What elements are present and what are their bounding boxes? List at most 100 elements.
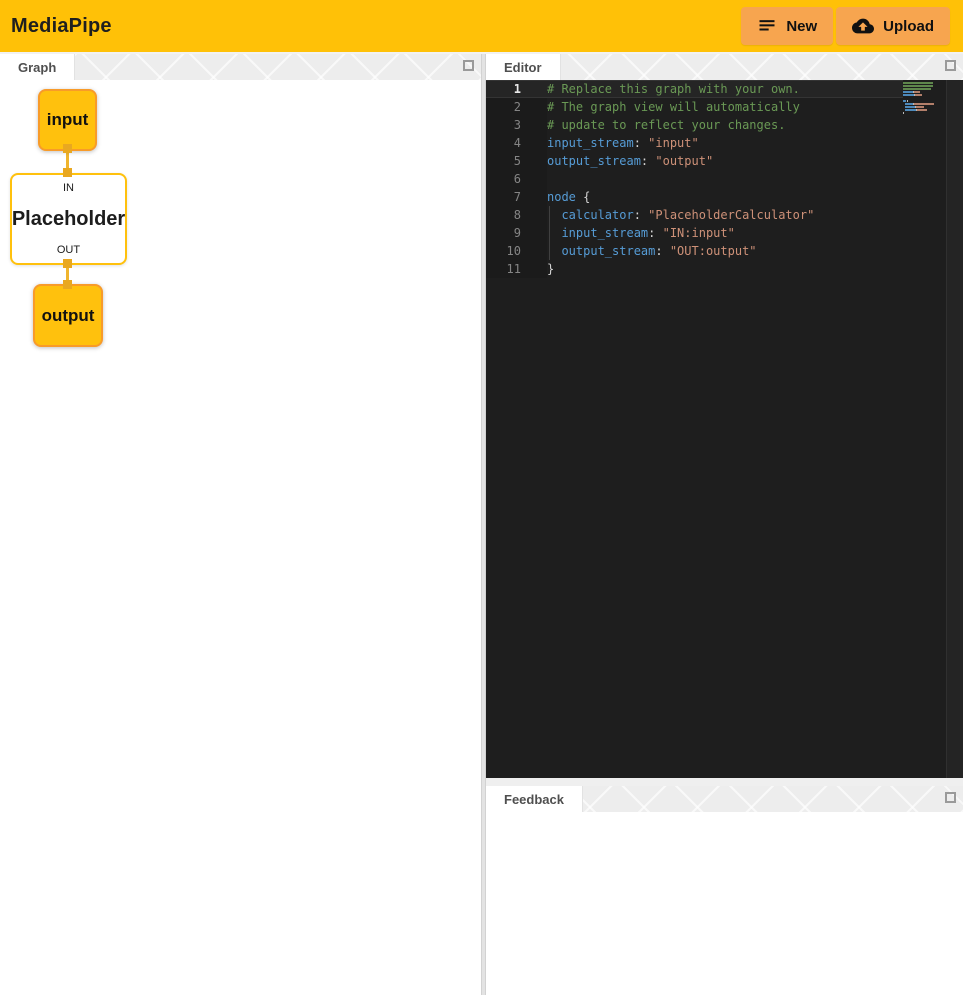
code-token: input_stream <box>547 226 648 240</box>
editor-tab-strip: Editor <box>486 54 963 80</box>
code-line[interactable]: 2 # The graph view will automatically <box>486 98 903 116</box>
minimap-line <box>903 109 944 111</box>
gutter-pad <box>521 224 547 242</box>
minimap-line <box>903 103 944 105</box>
minimap[interactable] <box>903 82 944 778</box>
editor-popout-icon[interactable] <box>945 60 956 71</box>
code-token: } <box>547 262 554 276</box>
feedback-popout-icon[interactable] <box>945 792 956 803</box>
app-header: MediaPipe New Upload <box>0 0 963 52</box>
node-input[interactable]: input <box>38 89 97 151</box>
minimap-segment <box>915 94 922 96</box>
minimap-line <box>903 94 944 96</box>
code-text: } <box>547 260 903 278</box>
code-line[interactable]: 7node { <box>486 188 903 206</box>
code-line[interactable]: 9 input_stream: "IN:input" <box>486 224 903 242</box>
code-token: "output" <box>655 154 713 168</box>
code-text: # The graph view will automatically <box>547 98 903 116</box>
code-token: output_stream <box>547 244 655 258</box>
minimap-segment <box>903 85 933 87</box>
code-token: "input" <box>648 136 699 150</box>
code-text: node { <box>547 188 903 206</box>
editor-panel: Editor 1# Replace this graph with your o… <box>486 54 963 778</box>
line-number: 3 <box>486 116 521 134</box>
line-number: 5 <box>486 152 521 170</box>
minimap-line <box>903 112 944 114</box>
header-buttons: New Upload <box>741 7 950 45</box>
minimap-segment <box>905 106 915 108</box>
code-text: input_stream: "input" <box>547 134 903 152</box>
code-line[interactable]: 6 <box>486 170 903 188</box>
minimap-line <box>903 106 944 108</box>
placeholder-in-port <box>63 168 72 177</box>
code-line[interactable]: 3# update to reflect your changes. <box>486 116 903 134</box>
graph-tab-strip: Graph <box>0 54 481 80</box>
minimap-segment <box>914 103 934 105</box>
node-output[interactable]: output <box>33 284 103 347</box>
gutter-pad <box>521 98 547 116</box>
upload-button[interactable]: Upload <box>836 7 950 45</box>
graph-tab-label: Graph <box>18 60 56 75</box>
minimap-segment <box>903 112 904 114</box>
node-input-label: input <box>47 110 89 130</box>
tab-graph[interactable]: Graph <box>0 54 75 80</box>
code-editor[interactable]: 1# Replace this graph with your own.2 # T… <box>486 80 963 778</box>
input-out-port <box>63 144 72 153</box>
code-token: calculator <box>547 208 634 222</box>
minimap-segment <box>917 109 927 111</box>
horizontal-splitter[interactable] <box>486 778 963 786</box>
graph-popout-icon[interactable] <box>463 60 474 71</box>
code-token: "OUT:output" <box>670 244 757 258</box>
gutter-pad <box>521 80 547 98</box>
feedback-tab-label: Feedback <box>504 792 564 807</box>
code-line[interactable]: 1# Replace this graph with your own. <box>486 80 903 98</box>
line-number: 1 <box>486 80 521 98</box>
code-line[interactable]: 8 calculator: "PlaceholderCalculator" <box>486 206 903 224</box>
gutter-pad <box>521 170 547 188</box>
code-token: : <box>634 136 648 150</box>
code-text <box>547 170 903 188</box>
gutter-pad <box>521 116 547 134</box>
code-line[interactable]: 11} <box>486 260 903 278</box>
code-text: output_stream: "output" <box>547 152 903 170</box>
tab-feedback[interactable]: Feedback <box>486 786 583 812</box>
cloud-upload-icon <box>852 15 874 37</box>
node-placeholder[interactable]: IN Placeholder OUT <box>10 173 127 265</box>
indent-guide <box>549 242 550 260</box>
code-token: node <box>547 190 576 204</box>
placeholder-in-port-label: IN <box>63 182 74 194</box>
minimap-segment <box>916 106 925 108</box>
gutter-pad <box>521 260 547 278</box>
code-line[interactable]: 10 output_stream: "OUT:output" <box>486 242 903 260</box>
gutter-pad <box>521 206 547 224</box>
code-token: { <box>576 190 590 204</box>
code-line[interactable]: 5 output_stream: "output" <box>486 152 903 170</box>
line-number: 8 <box>486 206 521 224</box>
gutter-pad <box>521 188 547 206</box>
app-title: MediaPipe <box>11 15 112 38</box>
code-token: : <box>648 226 662 240</box>
code-token: : <box>641 154 655 168</box>
minimap-segment <box>905 103 914 105</box>
gutter-pad <box>521 134 547 152</box>
minimap-segment <box>914 91 920 93</box>
minimap-segment <box>905 109 916 111</box>
line-number: 9 <box>486 224 521 242</box>
code-text: output_stream: "OUT:output" <box>547 242 903 260</box>
line-number: 2 <box>486 98 521 116</box>
minimap-segment <box>903 100 906 102</box>
indent-guide <box>549 206 550 224</box>
code-line[interactable]: 4input_stream: "input" <box>486 134 903 152</box>
minimap-segment <box>903 94 914 96</box>
editor-scrollbar[interactable] <box>946 80 963 778</box>
tab-editor[interactable]: Editor <box>486 54 561 80</box>
new-graph-icon <box>757 16 777 36</box>
code-token: : <box>634 208 648 222</box>
line-number: 10 <box>486 242 521 260</box>
feedback-tab-strip: Feedback <box>486 786 963 812</box>
graph-canvas[interactable]: input IN Placeholder OUT output <box>0 80 481 995</box>
new-button[interactable]: New <box>741 7 833 45</box>
new-button-label: New <box>786 18 817 35</box>
code-lines: 1# Replace this graph with your own.2 # T… <box>486 80 903 278</box>
code-text: calculator: "PlaceholderCalculator" <box>547 206 903 224</box>
